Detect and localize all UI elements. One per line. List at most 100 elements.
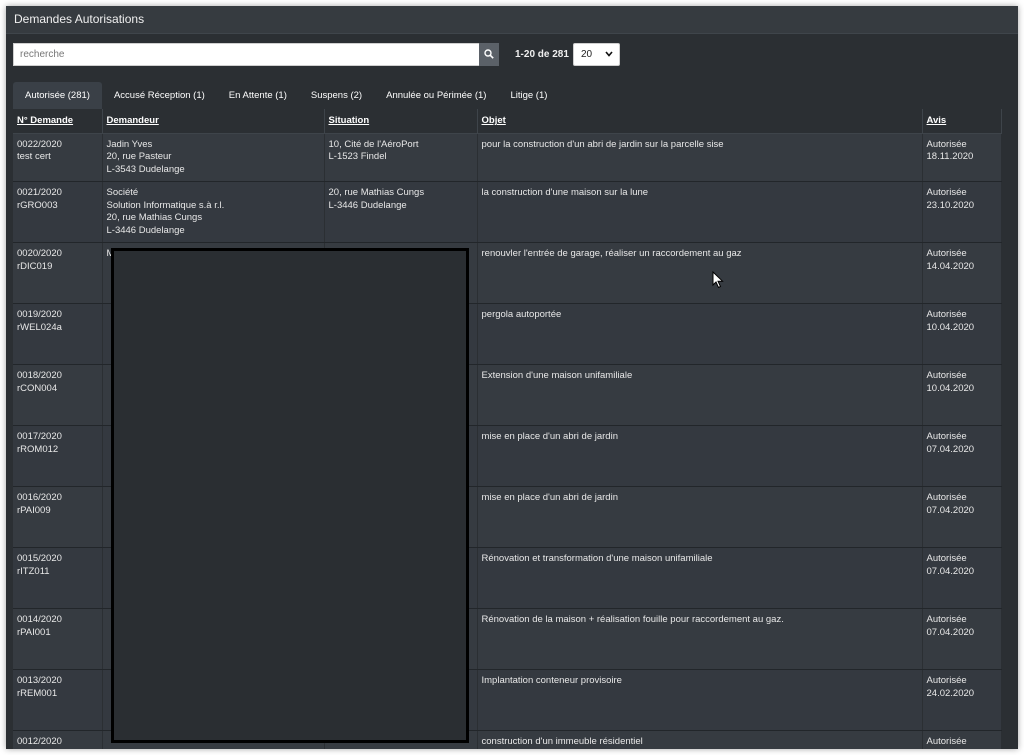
cell-num-demande: 0020/2020 rDIC019 (13, 242, 103, 304)
cell-avis-line: Autorisée (926, 187, 967, 198)
cell-objet: pour la construction d'un abri de jardin… (477, 133, 923, 182)
cell-num-demande-line: 0017/2020 (17, 431, 62, 442)
tab-2[interactable]: En Attente (1) (217, 82, 299, 109)
cell-avis: Autorisée 07.04.2020 (922, 547, 1002, 609)
app-window: Demandes Autorisations 1-20 de 281 20 Au… (6, 6, 1018, 749)
cell-num-demande: 0021/2020 rGRO003 (13, 181, 103, 243)
mouse-cursor-icon (712, 271, 724, 289)
header-objet[interactable]: Objet (477, 109, 923, 134)
cell-objet: Rénovation de la maison + réalisation fo… (477, 608, 923, 670)
cell-objet-text: Rénovation de la maison + réalisation fo… (481, 614, 784, 625)
cell-num-demande-line: rDIC019 (17, 260, 53, 272)
tab-5[interactable]: Litige (1) (498, 82, 559, 109)
cell-num-demande-line: rROM012 (17, 443, 59, 455)
cell-avis-line: 07.04.2020 (926, 565, 975, 577)
header-avis[interactable]: Avis (922, 109, 1002, 134)
cell-avis-line: Autorisée (926, 309, 967, 320)
cell-situation-line: L-3446 Dudelange (328, 199, 407, 211)
table-row[interactable]: 0021/2020 rGRO003 Société Solution Informat… (13, 181, 1002, 243)
cell-avis-line: 21.02.2020 (927, 749, 997, 750)
chevron-down-icon (605, 50, 613, 57)
cell-avis: Autorisée 24.02.2020 (922, 669, 1002, 731)
cell-num-demande-line: 0019/2020 (17, 309, 62, 320)
tab-0[interactable]: Autorisée (281) (13, 82, 102, 109)
cell-objet-text: la construction d'une maison sur la lune (481, 187, 649, 198)
cell-num-demande-line: 0016/2020 (17, 492, 62, 503)
status-tabs: Autorisée (281) Accusé Réception (1) En At… (13, 82, 559, 109)
cell-avis-line: Autorisée (926, 492, 967, 503)
cell-num-demande-line: rPAI009 (17, 504, 51, 516)
cell-demandeur-line: Jadin Yves (106, 138, 153, 150)
header-num-demande[interactable]: N° Demande (13, 109, 103, 134)
cell-avis-line: Autorisée (926, 553, 967, 564)
cell-avis-line: Autorisée (926, 138, 967, 150)
cell-num-demande-line: 0022/2020 (17, 138, 62, 150)
search-button[interactable] (479, 42, 499, 66)
cell-objet-text: Extension d'une maison unifamiliale (481, 370, 633, 381)
cell-avis-line: 07.04.2020 (926, 626, 975, 638)
cell-avis: Autorisée 10.04.2020 (922, 303, 1002, 365)
cell-num-demande-line: rPAI001 (17, 626, 51, 638)
cell-objet-text: pergola autoportée (481, 309, 562, 320)
cell-num-demande: 0014/2020 rPAI001 (13, 608, 103, 670)
tab-3[interactable]: Suspens (2) (299, 82, 374, 109)
search-icon (484, 49, 494, 59)
cell-avis: Autorisée 21.02.2020 (922, 730, 1002, 750)
cell-num-demande-line: rCON004 (17, 382, 58, 394)
cell-avis-line: Autorisée (926, 675, 967, 686)
cell-objet-text: renouvler l'entrée de garage, réaliser u… (481, 248, 742, 259)
cell-num-demande-line: 0020/2020 (17, 248, 62, 259)
cell-objet-text: mise en place d'un abri de jardin (481, 431, 618, 442)
cell-objet: Implantation conteneur provisoire (477, 669, 923, 731)
cell-objet: mise en place d'un abri de jardin (477, 486, 923, 548)
cell-objet: Rénovation et transformation d'une maiso… (477, 547, 923, 609)
tab-1[interactable]: Accusé Réception (1) (102, 82, 217, 109)
cell-objet: construction d'un immeuble résidentiel (477, 730, 923, 749)
tab-4[interactable]: Annulée ou Périmée (1) (374, 82, 498, 109)
cell-num-demande: 0019/2020 rWEL024a (13, 303, 103, 365)
cell-situation: 10, Cité de l'AéroPort L-1523 Findel (324, 133, 478, 182)
cell-avis: Autorisée 23.10.2020 (922, 181, 1002, 243)
cell-avis: Autorisée 14.04.2020 (922, 242, 1002, 304)
cell-num-demande-line: 0018/2020 (17, 370, 62, 381)
cell-situation-line: L-1523 Findel (328, 151, 387, 162)
cell-num-demande-line: 0021/2020 (17, 187, 62, 198)
cell-num-demande-line: 0014/2020 (17, 614, 62, 625)
cell-num-demande-line: test cert (17, 151, 51, 162)
cell-num-demande: 0016/2020 rPAI009 (13, 486, 103, 548)
cell-avis-line: Autorisée (926, 431, 967, 442)
cell-demandeur-line (107, 749, 320, 750)
cell-avis-line: 10.04.2020 (926, 321, 975, 333)
cell-avis: Autorisée 18.11.2020 (922, 133, 1002, 182)
cell-objet-text: pour la construction d'un abri de jardin… (481, 138, 724, 150)
page-size-select[interactable]: 20 (572, 42, 620, 66)
cell-demandeur-line: L-3446 Dudelange (106, 224, 185, 236)
cell-objet-text: Rénovation et transformation d'une maiso… (481, 553, 713, 564)
search-input[interactable] (13, 42, 479, 66)
cell-objet: Extension d'une maison unifamiliale (477, 364, 923, 426)
cell-num-demande: 0018/2020 rCON004 (13, 364, 103, 426)
cell-avis-line: Autorisée (926, 370, 967, 381)
cell-situation: 20, rue Mathias Cungs L-3446 Dudelange (324, 181, 478, 243)
cell-num-demande: 0017/2020 rROM012 (13, 425, 103, 487)
table-row[interactable]: 0022/2020 test cert Jadin Yves 20, rue Past… (13, 133, 1002, 182)
cell-avis-line: Autorisée (926, 614, 967, 625)
header-situation[interactable]: Situation (324, 109, 478, 134)
cell-num-demande-line: rPRI022 (17, 749, 98, 750)
pager-info: 1-20 de 281 (515, 48, 569, 60)
page-size-value: 20 (580, 48, 593, 60)
cell-objet: pergola autoportée (477, 303, 923, 365)
cell-num-demande-line: 0015/2020 (17, 553, 62, 564)
cell-demandeur-line: L-3543 Dudelange (106, 163, 185, 175)
cell-num-demande-line: 0012/2020 (17, 736, 62, 747)
cell-objet-text: Implantation conteneur provisoire (481, 675, 622, 686)
cell-avis: Autorisée 07.04.2020 (922, 486, 1002, 548)
cell-situation-line: 10, Cité de l'AéroPort (328, 138, 419, 150)
cell-avis: Autorisée 07.04.2020 (922, 608, 1002, 670)
cell-num-demande: 0022/2020 test cert (13, 133, 103, 182)
cell-avis-line: 14.04.2020 (926, 260, 975, 272)
cell-demandeur: Société Solution Informatique s.à r.l. 20,… (102, 181, 325, 243)
cell-avis: Autorisée 07.04.2020 (922, 425, 1002, 487)
header-demandeur[interactable]: Demandeur (102, 109, 325, 134)
cell-objet-text: mise en place d'un abri de jardin (481, 492, 618, 503)
